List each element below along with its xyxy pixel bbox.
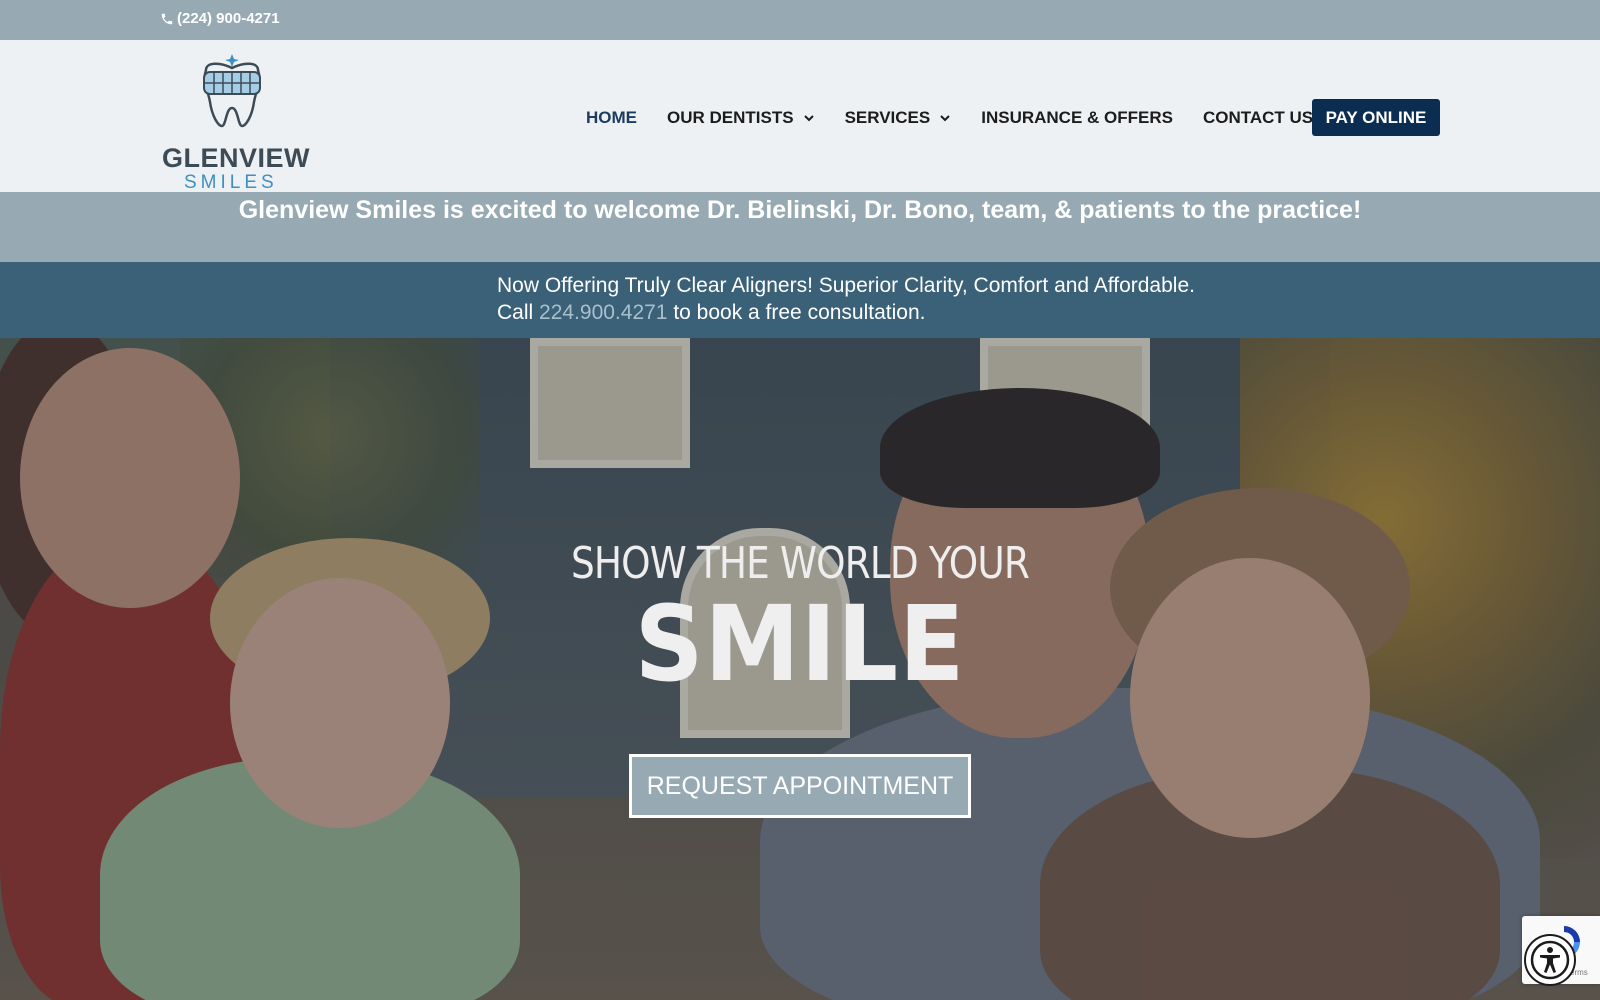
request-appointment-button[interactable]: REQUEST APPOINTMENT [629, 754, 971, 818]
nav-our-dentists[interactable]: OUR DENTISTS [667, 108, 815, 128]
offer-line-1: Now Offering Truly Clear Aligners! Super… [497, 274, 1195, 297]
main-nav: HOME OUR DENTISTS SERVICES INSURANCE & O… [586, 100, 1343, 136]
hero-section: SHOW THE WORLD YOUR SMILE REQUEST APPOIN… [0, 338, 1600, 1000]
accessibility-button[interactable] [1524, 934, 1576, 986]
logo-text-main: GLENVIEW [162, 143, 311, 173]
hero-title: SMILE [634, 583, 966, 705]
nav-contact-us-label: CONTACT US [1202, 108, 1314, 127]
nav-home-label: HOME [586, 108, 637, 127]
top-phone-link[interactable]: (224) 900-4271 [160, 10, 280, 27]
nav-contact-us[interactable]: CONTACT US [1203, 108, 1313, 128]
offer-call-prefix: Call [497, 301, 540, 324]
welcome-banner: Glenview Smiles is excited to welcome Dr… [0, 192, 1600, 262]
accessibility-icon [1530, 940, 1570, 980]
pay-online-button[interactable]: PAY ONLINE [1312, 99, 1440, 136]
nav-insurance-offers[interactable]: INSURANCE & OFFERS [981, 108, 1173, 128]
chevron-down-icon [940, 115, 950, 122]
phone-icon [161, 13, 173, 24]
tooth-logo-icon [203, 54, 261, 128]
nav-insurance-offers-label: INSURANCE & OFFERS [981, 108, 1173, 127]
offer-line-2: Call 224.900.4271 to book a free consult… [497, 301, 925, 325]
nav-services-label: SERVICES [844, 108, 931, 127]
chevron-down-icon [803, 115, 814, 122]
offer-strip: Now Offering Truly Clear Aligners! Super… [0, 262, 1600, 338]
logo-text-sub: SMILES [184, 172, 278, 193]
hero-subtitle: SHOW THE WORLD YOUR [570, 538, 1030, 589]
top-bar: (224) 900-4271 [0, 0, 1600, 40]
nav-home[interactable]: HOME [586, 108, 637, 128]
nav-services[interactable]: SERVICES [845, 108, 952, 128]
offer-call-suffix: to book a free consultation. [667, 301, 926, 324]
site-header: GLENVIEW SMILES HOME OUR DENTISTS SERVIC… [0, 40, 1600, 193]
top-phone-text: (224) 900-4271 [177, 10, 280, 27]
site-logo[interactable]: GLENVIEW SMILES [160, 50, 310, 193]
nav-our-dentists-label: OUR DENTISTS [667, 108, 794, 127]
welcome-text: Glenview Smiles is excited to welcome Dr… [238, 196, 1362, 224]
offer-phone-link[interactable]: 224.900.4271 [539, 301, 667, 324]
